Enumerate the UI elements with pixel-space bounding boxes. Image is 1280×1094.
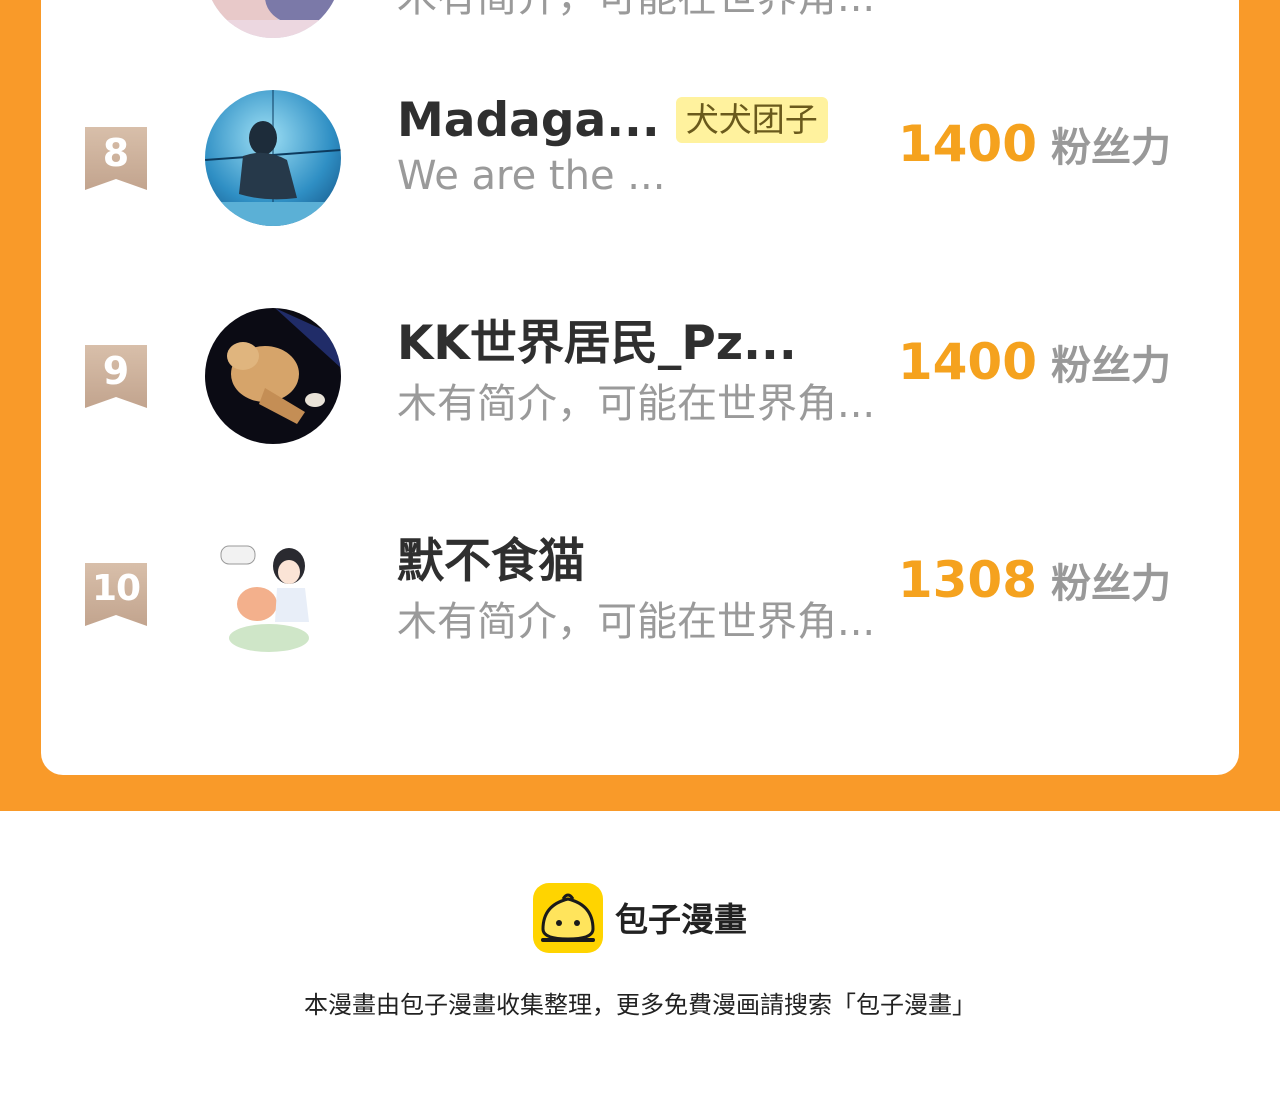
rank-number: 10 [91,568,141,609]
bun-face-icon [533,883,603,953]
fan-power-unit: 粉丝力 [1051,125,1171,171]
fan-power-count: 1400 [897,115,1037,173]
footer-note: 本漫畫由包子漫畫收集整理，更多免費漫画請搜索「包子漫畫」 [304,991,976,1019]
fan-power-unit: 粉丝力 [1051,561,1171,607]
user-avatar[interactable] [205,0,341,38]
rank-number: 8 [102,131,130,175]
user-bio: 木有简介，可能在世界角... [397,381,876,427]
rank-ribbon-badge: 9 [85,345,147,408]
rank-ribbon-badge: 10 [85,563,147,626]
name-line: KK世界居民_Pz... [397,308,797,371]
user-bio: We are the ... [397,153,666,199]
brand-name: 包子漫畫 [615,900,747,939]
user-avatar[interactable] [205,526,341,662]
user-name[interactable]: Madaga... [397,93,660,148]
user-name[interactable]: KK世界居民_Pz... [397,304,797,373]
name-line: Madaga... 犬犬团子 [397,90,828,150]
name-line: 默不食猫 [397,526,585,589]
fan-power-count: 1400 [897,333,1037,391]
user-name[interactable]: 默不食猫 [397,522,585,591]
user-bio: 木有简介，可能在世界角... [397,0,875,23]
rank-number: 9 [102,349,130,393]
fan-power-unit: 粉丝力 [1051,343,1171,389]
fan-power: 1400 粉丝力 [898,333,1171,391]
ranking-row-7[interactable]: 木有简介，可能在世界角... [41,0,1239,85]
ranking-row-9[interactable]: 9 KK世界居民_Pz... 木有简介，可能在世界角... 1400 粉丝力 [41,308,1239,491]
ranking-row-10[interactable]: 10 默不食猫 木有简介，可能在世界角... 1308 粉丝力 [41,526,1239,709]
user-avatar[interactable] [205,308,341,444]
user-avatar[interactable] [205,90,341,226]
user-bio: 木有简介，可能在世界角... [397,599,876,645]
rank-ribbon-badge: 8 [85,127,147,190]
ranking-card: 木有简介，可能在世界角... 8 [41,0,1239,775]
ranking-row-8[interactable]: 8 Madaga... 犬犬团子 We are the ... 1400 粉丝力 [41,90,1239,273]
fan-group-tag: 犬犬团子 [675,97,828,143]
fan-power: 1308 粉丝力 [898,551,1171,609]
fan-power-count: 1308 [897,551,1037,609]
fan-power: 1400 粉丝力 [898,115,1171,173]
